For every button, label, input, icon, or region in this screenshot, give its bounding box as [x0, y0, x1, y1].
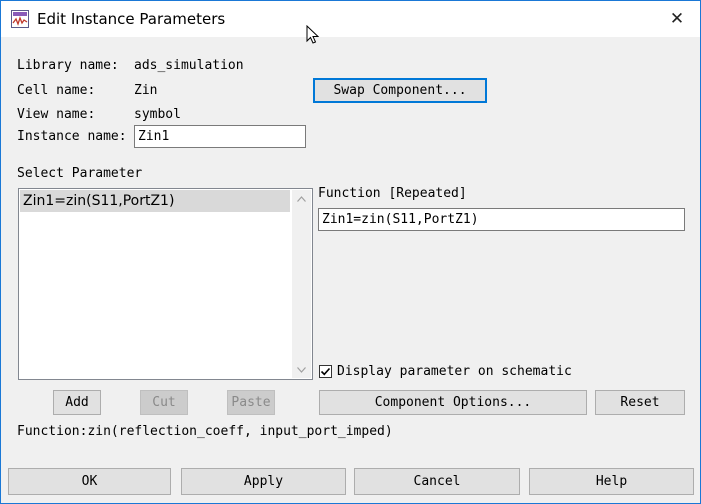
- function-input[interactable]: Zin1=zin(S11,PortZ1): [318, 208, 685, 231]
- library-name-value: ads_simulation: [134, 58, 244, 73]
- parameter-list-scrollbar[interactable]: [292, 190, 311, 378]
- apply-button[interactable]: Apply: [181, 468, 346, 495]
- add-button[interactable]: Add: [53, 390, 101, 415]
- select-parameter-label: Select Parameter: [17, 166, 143, 181]
- instance-name-input[interactable]: Zin1: [134, 125, 306, 148]
- function-help-text: Function:zin(reflection_coeff, input_por…: [17, 424, 393, 439]
- display-parameter-checkbox[interactable]: [319, 365, 332, 378]
- swap-component-button[interactable]: Swap Component...: [313, 78, 487, 103]
- help-button[interactable]: Help: [529, 468, 694, 495]
- component-options-button[interactable]: Component Options...: [319, 390, 587, 415]
- mouse-cursor-icon: [306, 25, 320, 44]
- check-icon: [320, 367, 331, 376]
- app-icon: [11, 10, 29, 28]
- close-icon[interactable]: ✕: [654, 1, 700, 37]
- ok-button[interactable]: OK: [8, 468, 171, 495]
- cancel-button[interactable]: Cancel: [354, 468, 520, 495]
- view-name-value: symbol: [134, 107, 181, 122]
- instance-name-label: Instance name:: [17, 129, 127, 144]
- paste-button[interactable]: Paste: [227, 390, 275, 415]
- scroll-up-icon[interactable]: [292, 190, 311, 207]
- parameter-list[interactable]: Zin1=zin(S11,PortZ1): [18, 188, 313, 380]
- scroll-down-icon[interactable]: [292, 361, 311, 378]
- window-title: Edit Instance Parameters: [37, 10, 226, 28]
- function-label: Function [Repeated]: [318, 186, 467, 201]
- dialog-window: Edit Instance Parameters ✕ Library name:…: [0, 0, 701, 504]
- cell-name-label: Cell name:: [17, 83, 96, 98]
- view-name-label: View name:: [17, 107, 96, 122]
- cut-button[interactable]: Cut: [140, 390, 188, 415]
- display-parameter-label: Display parameter on schematic: [337, 364, 572, 379]
- cell-name-value: Zin: [134, 83, 158, 98]
- title-bar[interactable]: Edit Instance Parameters ✕: [1, 1, 700, 37]
- reset-button[interactable]: Reset: [595, 390, 685, 415]
- list-item[interactable]: Zin1=zin(S11,PortZ1): [20, 190, 290, 212]
- library-name-label: Library name:: [17, 58, 119, 73]
